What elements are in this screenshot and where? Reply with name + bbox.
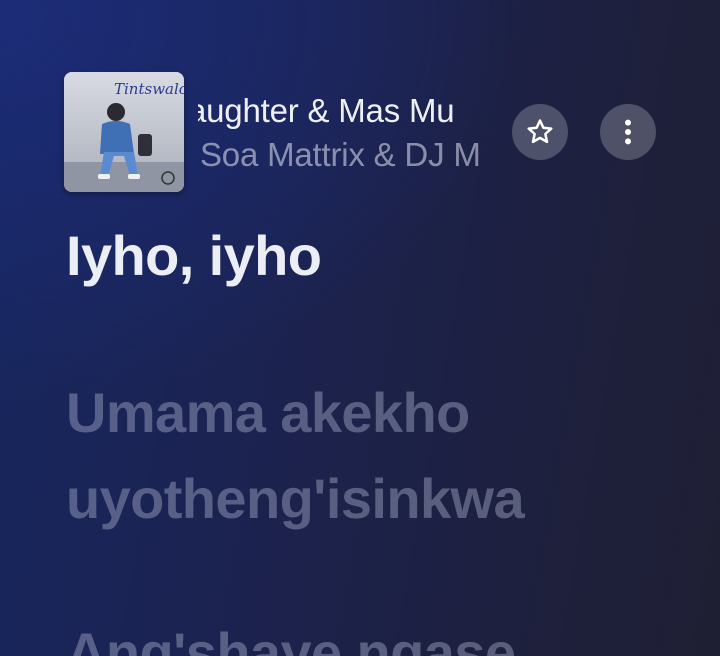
lyrics-panel[interactable]: Iyho, iyho Umama akekho uyotheng'isinkwa… <box>66 0 716 656</box>
lyric-line-active[interactable]: Iyho, iyho <box>66 223 322 288</box>
lyric-line[interactable]: Umama akekho <box>66 380 470 445</box>
lyric-line[interactable]: Ang'shaye ngase <box>66 620 516 656</box>
lyric-line[interactable]: uyotheng'isinkwa <box>66 466 525 531</box>
